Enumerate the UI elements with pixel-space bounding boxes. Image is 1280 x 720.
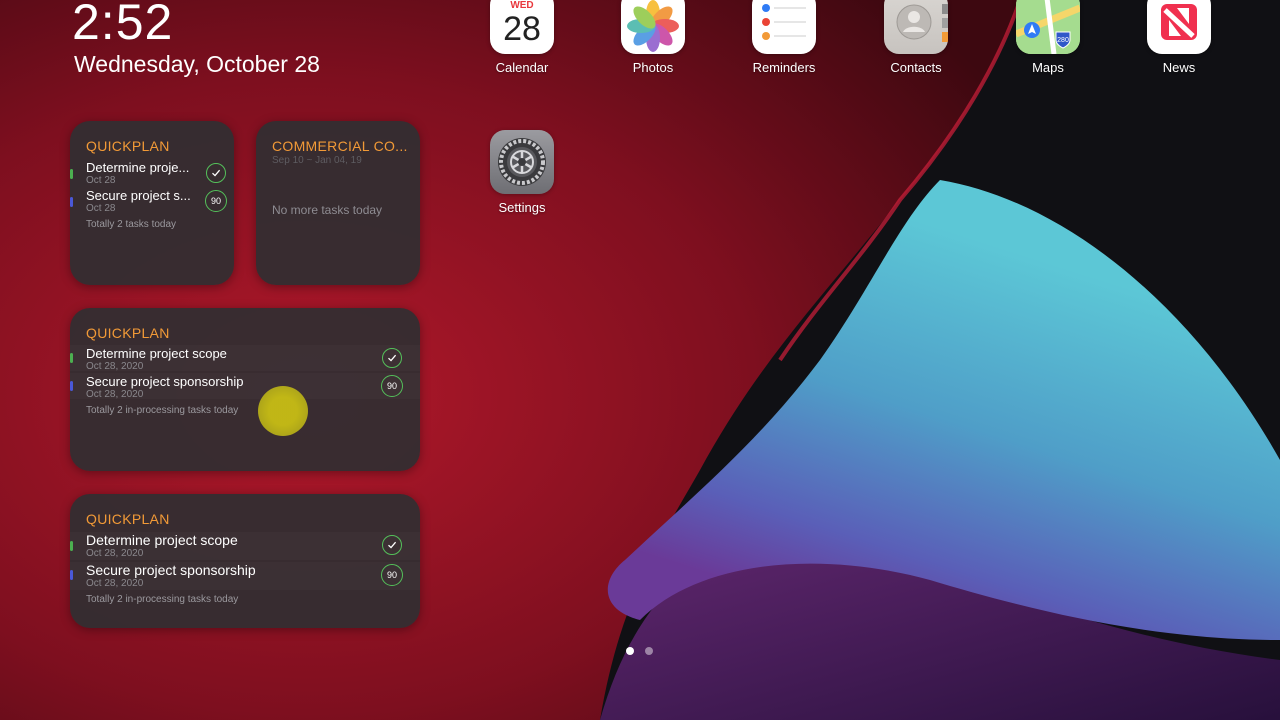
task-name[interactable]: Secure project sponsorship	[86, 562, 256, 578]
task-date: Oct 28, 2020	[86, 548, 144, 559]
touch-indicator	[258, 386, 308, 436]
task-date: Oct 28, 2020	[86, 578, 144, 589]
task-date: Oct 28, 2020	[86, 389, 144, 400]
task-name[interactable]: Determine project scope	[86, 532, 238, 548]
project-date-range: Sep 10 ~ Jan 04, 19	[272, 155, 362, 166]
calendar-icon: WED 28	[490, 0, 554, 54]
task-color-bar	[70, 169, 73, 179]
widget-footer: Totally 2 tasks today	[86, 219, 177, 230]
task-date: Oct 28, 2020	[86, 361, 144, 372]
app-label: Photos	[632, 60, 674, 75]
quickplan-small-widget[interactable]: QUICKPLAN Determine proje... Oct 28 Secu…	[70, 121, 234, 285]
app-maps[interactable]: 280 Maps	[1003, 0, 1093, 75]
interstate-shield: 280	[1057, 37, 1069, 44]
task-name[interactable]: Secure project s...	[86, 188, 191, 203]
widget-title: QUICKPLAN	[86, 138, 170, 154]
widget-title: COMMERCIAL CO...	[272, 138, 408, 154]
completed-check-icon	[382, 535, 402, 555]
task-color-bar	[70, 381, 73, 391]
app-label: Reminders	[752, 60, 816, 75]
news-icon	[1147, 0, 1211, 54]
task-name[interactable]: Determine proje...	[86, 160, 189, 175]
task-name[interactable]: Determine project scope	[86, 346, 227, 361]
empty-state-text: No more tasks today	[272, 203, 383, 217]
widget-footer: Totally 2 in-processing tasks today	[86, 594, 239, 605]
task-color-bar	[70, 197, 73, 207]
widget-footer: Totally 2 in-processing tasks today	[86, 405, 239, 416]
task-progress-badge: 90	[381, 564, 403, 586]
photos-icon	[621, 0, 685, 54]
lock-date: Wednesday, October 28	[74, 51, 320, 77]
app-settings[interactable]: Settings	[477, 130, 567, 215]
app-news[interactable]: News	[1134, 0, 1224, 75]
task-progress-badge: 90	[205, 190, 227, 212]
app-reminders[interactable]: Reminders	[739, 0, 829, 75]
widget-title: QUICKPLAN	[86, 511, 170, 527]
contacts-icon	[884, 0, 948, 54]
page-dot-current[interactable]	[626, 647, 634, 655]
widget-title: QUICKPLAN	[86, 325, 170, 341]
task-date: Oct 28	[86, 203, 116, 214]
maps-icon: 280	[1016, 0, 1080, 54]
app-contacts[interactable]: Contacts	[871, 0, 961, 75]
completed-check-icon	[206, 163, 226, 183]
task-date: Oct 28	[86, 175, 116, 186]
page-indicator[interactable]	[626, 647, 653, 655]
settings-icon	[490, 130, 554, 194]
app-label: Settings	[498, 200, 546, 215]
task-color-bar	[70, 353, 73, 363]
commercial-project-widget[interactable]: COMMERCIAL CO... Sep 10 ~ Jan 04, 19 No …	[256, 121, 420, 285]
quickplan-medium-widget[interactable]: QUICKPLAN Determine project scope Oct 28…	[70, 494, 420, 628]
app-calendar[interactable]: WED 28 Calendar	[477, 0, 567, 75]
lock-time: 2:52	[72, 0, 174, 50]
quickplan-medium-widget[interactable]: QUICKPLAN Determine project scope Oct 28…	[70, 308, 420, 471]
reminders-icon	[752, 0, 816, 54]
task-name[interactable]: Secure project sponsorship	[86, 374, 244, 389]
calendar-day-number: 28	[503, 10, 541, 48]
app-photos[interactable]: Photos	[608, 0, 698, 75]
task-color-bar	[70, 570, 73, 580]
app-label: Maps	[1032, 60, 1064, 75]
task-progress-badge: 90	[381, 375, 403, 397]
app-label: Calendar	[495, 60, 549, 75]
app-label: Contacts	[890, 60, 942, 75]
task-color-bar	[70, 541, 73, 551]
app-label: News	[1162, 60, 1196, 75]
completed-check-icon	[382, 348, 402, 368]
page-dot[interactable]	[645, 647, 653, 655]
